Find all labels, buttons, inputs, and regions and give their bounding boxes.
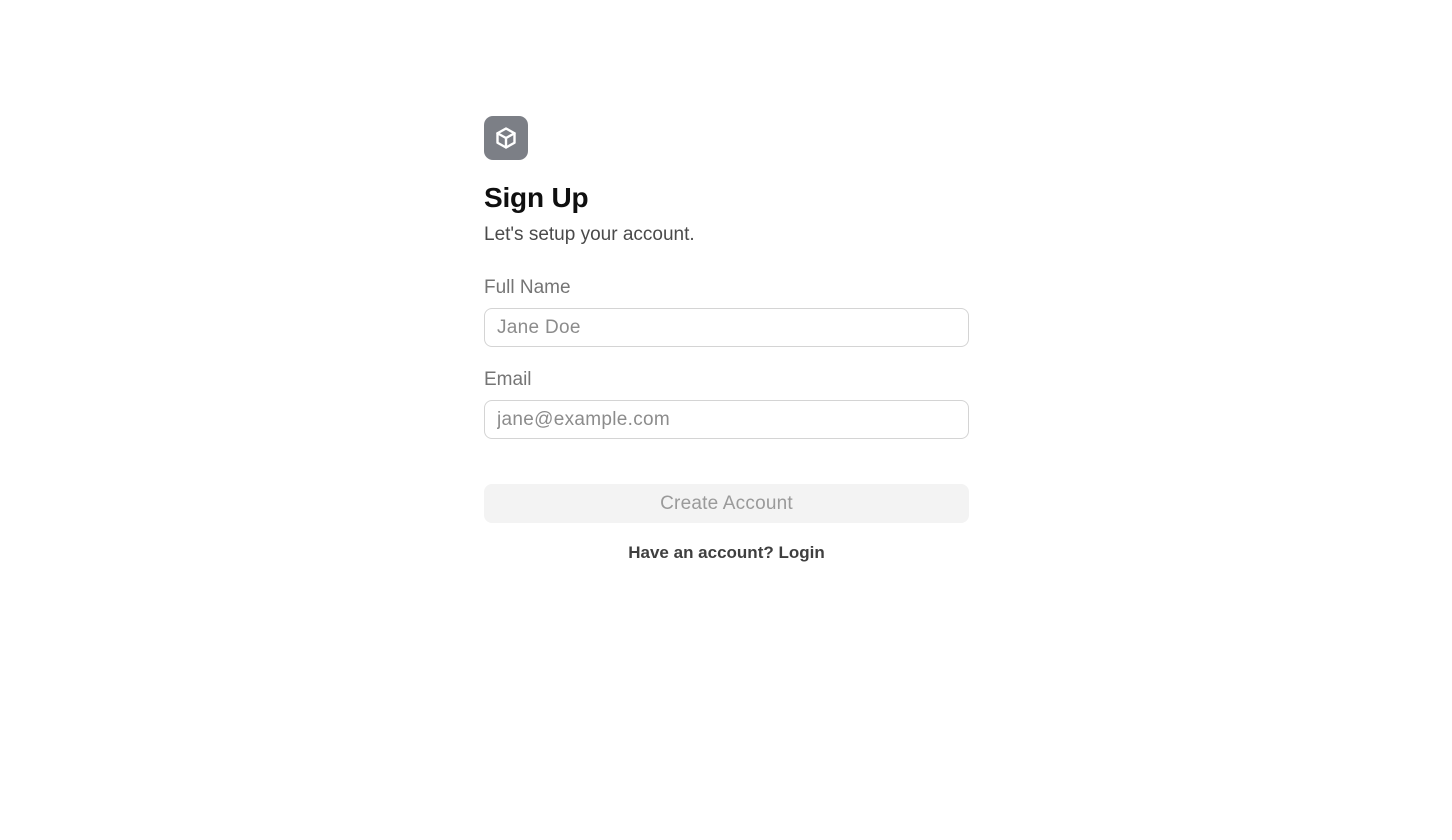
email-label: Email xyxy=(484,369,532,390)
app-logo xyxy=(484,116,528,160)
login-row: Have an account? Login xyxy=(484,542,969,564)
page-subtitle: Let's setup your account. xyxy=(484,224,695,245)
full-name-input[interactable] xyxy=(484,308,969,347)
page-title: Sign Up xyxy=(484,182,589,213)
signup-form: Sign Up Let's setup your account. Full N… xyxy=(484,116,969,564)
create-account-button[interactable]: Create Account xyxy=(484,484,969,523)
signup-page: Sign Up Let's setup your account. Full N… xyxy=(0,0,1452,840)
email-input[interactable] xyxy=(484,400,969,439)
box-icon xyxy=(496,127,516,149)
login-link[interactable]: Have an account? Login xyxy=(628,543,824,562)
full-name-label: Full Name xyxy=(484,277,571,298)
